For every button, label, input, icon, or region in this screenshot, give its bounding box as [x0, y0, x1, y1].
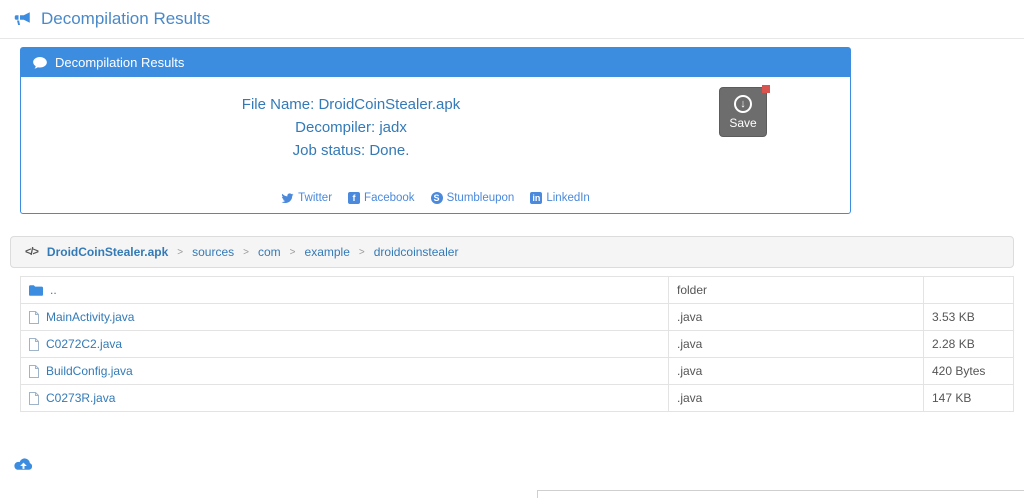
file-table: .. folder MainActivity.java .java 3.53 K… — [20, 276, 1014, 412]
parent-dir-link[interactable]: .. — [50, 283, 57, 297]
facebook-label: Facebook — [364, 192, 415, 204]
file-link[interactable]: MainActivity.java — [46, 310, 134, 324]
panel-title: Decompilation Results — [55, 55, 185, 70]
file-size-cell: 147 KB — [923, 384, 1014, 412]
code-icon: </> — [25, 246, 39, 258]
decompilation-results-panel: Decompilation Results File Name: DroidCo… — [20, 47, 851, 214]
facebook-share-link[interactable]: f Facebook — [348, 192, 415, 204]
file-size-cell: 3.53 KB — [923, 303, 1014, 331]
notification-badge — [762, 85, 770, 93]
breadcrumb-item-droidcoinstealer[interactable]: droidcoinstealer — [374, 245, 459, 259]
breadcrumb-item-sources[interactable]: sources — [192, 245, 234, 259]
file-size-cell: 2.28 KB — [923, 330, 1014, 358]
breadcrumb-separator: > — [177, 246, 184, 258]
breadcrumb-item-apk[interactable]: DroidCoinStealer.apk — [47, 245, 168, 259]
decompiler-line: Decompiler: jadx — [295, 119, 407, 136]
file-icon — [29, 310, 39, 324]
twitter-icon — [281, 192, 294, 203]
megaphone-icon — [14, 12, 30, 25]
facebook-icon: f — [348, 192, 361, 204]
breadcrumb-separator: > — [243, 246, 249, 258]
folder-icon — [29, 284, 43, 296]
file-type-cell: .java — [668, 384, 924, 412]
table-row-parent-dir: .. folder — [20, 276, 1014, 304]
linkedin-icon: in — [530, 192, 543, 204]
file-icon — [29, 391, 39, 405]
share-row: Twitter f Facebook S Stumbleupon in Link… — [21, 192, 850, 204]
page-header: Decompilation Results — [0, 0, 1024, 39]
table-row-file: BuildConfig.java .java 420 Bytes — [20, 357, 1014, 385]
save-button[interactable]: ↓ Save — [719, 85, 770, 137]
file-type-cell: .java — [668, 357, 924, 385]
download-circle-icon: ↓ — [734, 95, 752, 113]
cloud-upload-icon[interactable] — [13, 457, 34, 473]
file-type-cell: .java — [668, 330, 924, 358]
file-size-cell — [923, 276, 1014, 304]
page-title: Decompilation Results — [41, 9, 211, 28]
table-row-file: C0272C2.java .java 2.28 KB — [20, 330, 1014, 358]
breadcrumb-separator: > — [358, 246, 365, 258]
stumbleupon-icon: S — [430, 192, 443, 204]
stumbleupon-label: Stumbleupon — [446, 192, 515, 204]
file-icon — [29, 364, 39, 378]
comment-icon — [33, 56, 47, 69]
breadcrumb-item-com[interactable]: com — [258, 245, 281, 259]
file-link[interactable]: C0273R.java — [46, 391, 115, 405]
panel-header: Decompilation Results — [21, 48, 850, 77]
twitter-label: Twitter — [298, 192, 333, 204]
file-type-cell: .java — [668, 303, 924, 331]
table-row-file: MainActivity.java .java 3.53 KB — [20, 303, 1014, 331]
stumbleupon-share-link[interactable]: S Stumbleupon — [430, 192, 515, 204]
twitter-share-link[interactable]: Twitter — [281, 192, 332, 204]
file-name-line: File Name: DroidCoinStealer.apk — [241, 96, 461, 113]
linkedin-label: LinkedIn — [546, 192, 590, 204]
file-icon — [29, 337, 39, 351]
panel-body: File Name: DroidCoinStealer.apk Decompil… — [21, 77, 850, 213]
job-info: File Name: DroidCoinStealer.apk Decompil… — [21, 93, 681, 162]
file-link[interactable]: C0272C2.java — [46, 337, 122, 351]
breadcrumb-separator: > — [289, 246, 296, 258]
breadcrumb-item-example[interactable]: example — [305, 245, 350, 259]
linkedin-share-link[interactable]: in LinkedIn — [530, 192, 590, 204]
table-row-file: C0273R.java .java 147 KB — [20, 384, 1014, 412]
breadcrumb: </> DroidCoinStealer.apk > sources > com… — [10, 236, 1014, 268]
file-size-cell: 420 Bytes — [923, 357, 1014, 385]
file-type-cell: folder — [668, 276, 924, 304]
file-link[interactable]: BuildConfig.java — [46, 364, 133, 378]
job-status-line: Job status: Done. — [292, 142, 410, 159]
save-button-label: Save — [729, 116, 757, 130]
